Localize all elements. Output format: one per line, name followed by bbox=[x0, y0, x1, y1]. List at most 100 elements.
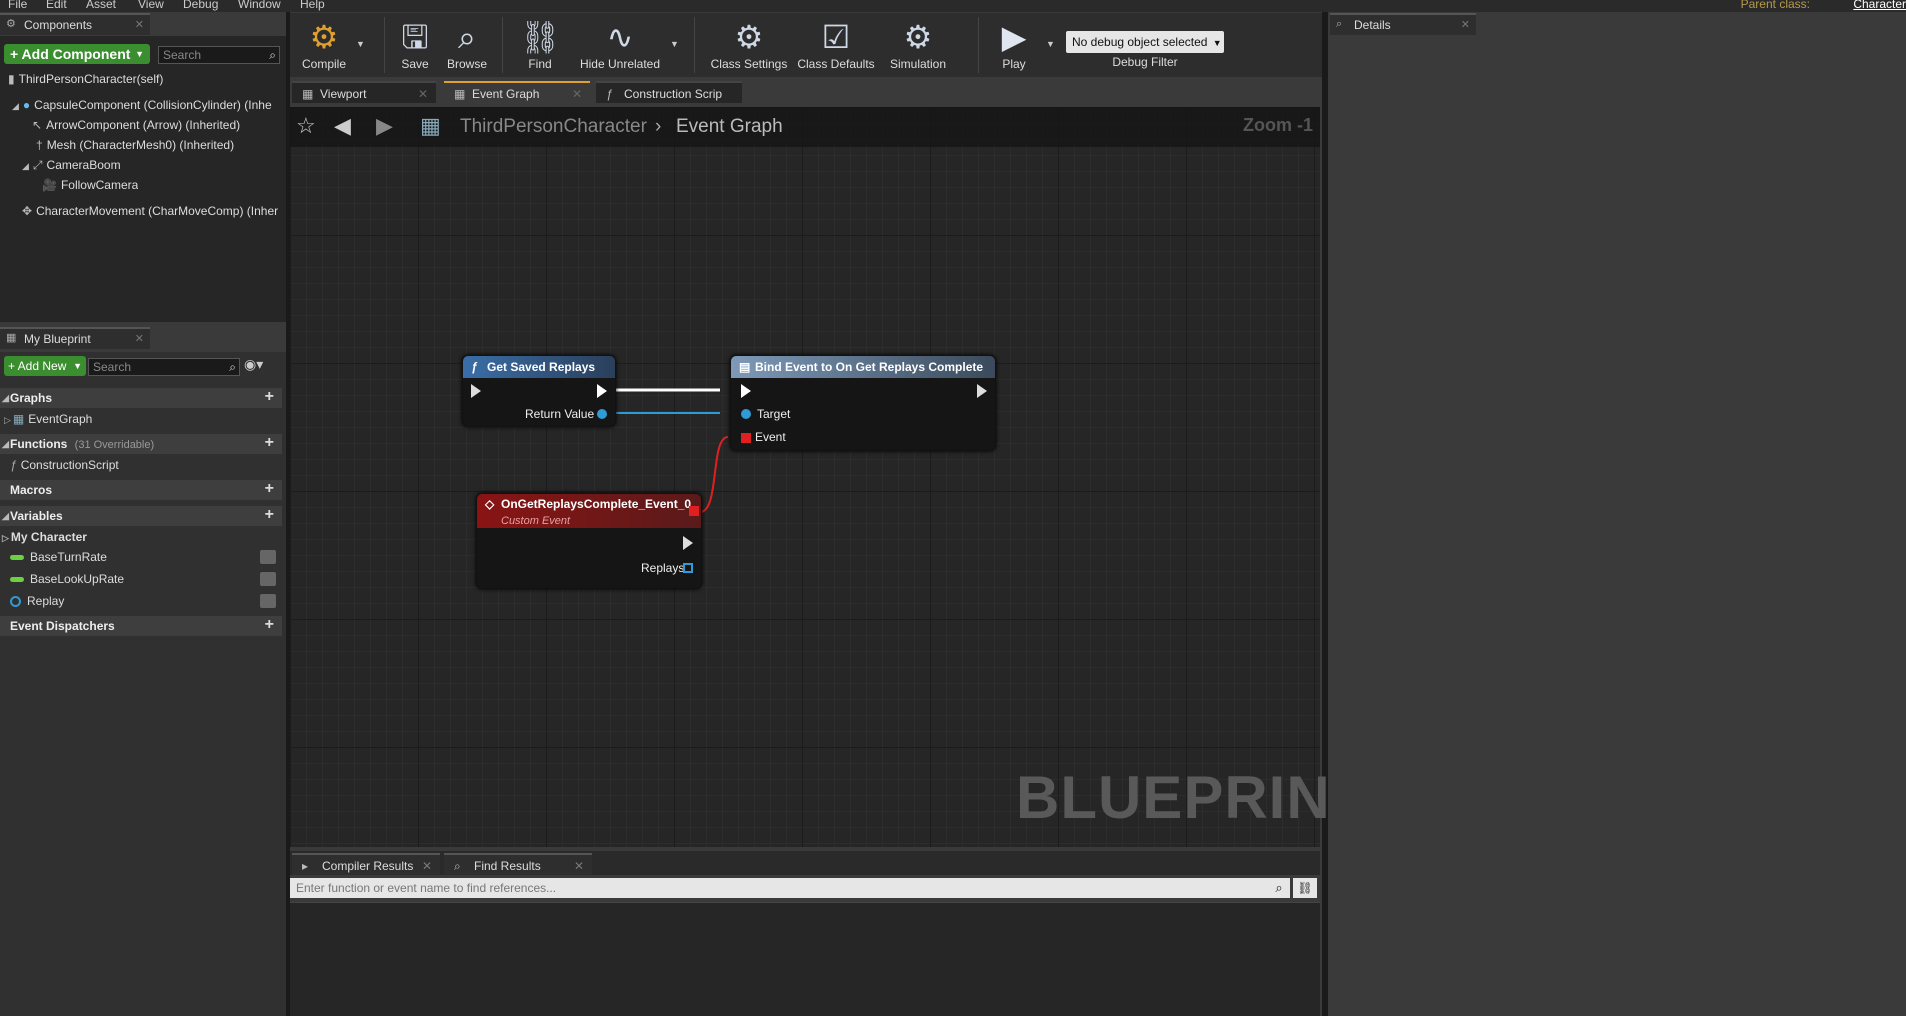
menu-view[interactable]: View bbox=[138, 0, 164, 11]
return-value-pin[interactable] bbox=[597, 409, 607, 419]
movement-icon: ✥ bbox=[22, 204, 33, 218]
menu-file[interactable]: File bbox=[8, 0, 27, 11]
close-icon[interactable]: ✕ bbox=[135, 329, 144, 349]
component-item-capsule[interactable]: ◢ ● CapsuleComponent (CollisionCylinder) (… bbox=[12, 98, 282, 112]
add-variable-icon[interactable]: + bbox=[265, 505, 274, 525]
close-icon[interactable]: ✕ bbox=[574, 855, 584, 877]
section-graphs[interactable]: ◢ Graphs + bbox=[0, 388, 282, 408]
target-pin[interactable] bbox=[741, 409, 751, 419]
variable-item-baseturnrate[interactable]: BaseTurnRate bbox=[10, 548, 282, 566]
back-arrow-icon[interactable]: ◀ bbox=[334, 113, 351, 139]
section-variables[interactable]: ◢ Variables + bbox=[0, 506, 282, 526]
event-pin[interactable] bbox=[741, 433, 751, 443]
add-macro-icon[interactable]: + bbox=[265, 479, 274, 499]
find-search-icon[interactable]: ⌕ bbox=[1268, 878, 1290, 898]
section-functions[interactable]: ◢ Functions (31 Overridable) + bbox=[0, 434, 282, 454]
component-item-self[interactable]: ▮ ThirdPersonCharacter(self) bbox=[8, 72, 163, 86]
menu-window[interactable]: Window bbox=[238, 0, 281, 11]
exec-in-pin[interactable] bbox=[741, 384, 751, 398]
toolbar-separator bbox=[978, 17, 979, 73]
play-options-chevron-icon[interactable]: ▼ bbox=[1046, 39, 1055, 49]
replays-array-pin[interactable] bbox=[683, 563, 693, 573]
breadcrumb-root[interactable]: ThirdPersonCharacter bbox=[460, 116, 647, 138]
menu-help[interactable]: Help bbox=[300, 0, 325, 11]
details-tab[interactable]: ⌕ Details ✕ bbox=[1330, 13, 1476, 35]
tab-viewport[interactable]: ▦ Viewport ✕ bbox=[292, 81, 436, 103]
visibility-eye-icon[interactable] bbox=[260, 594, 276, 608]
node-custom-event[interactable]: ◇ OnGetReplaysComplete_Event_0 Custom Eve… bbox=[476, 493, 702, 589]
close-icon[interactable]: ✕ bbox=[1461, 15, 1470, 35]
compile-button[interactable]: ⚙ Compile bbox=[294, 17, 354, 71]
component-item-cameraboom[interactable]: ◢ ⤢ CameraBoom bbox=[22, 158, 121, 173]
parent-class-link[interactable]: Character bbox=[1853, 0, 1906, 11]
section-macros[interactable]: Macros + bbox=[0, 480, 282, 500]
node-bind-event[interactable]: ▤ Bind Event to On Get Replays Complete T… bbox=[730, 355, 996, 451]
forward-arrow-icon[interactable]: ▶ bbox=[376, 113, 393, 139]
variable-item-baselookuprate[interactable]: BaseLookUpRate bbox=[10, 570, 282, 588]
component-item-mesh[interactable]: † Mesh (CharacterMesh0) (Inherited) bbox=[36, 138, 234, 152]
visibility-eye-icon[interactable] bbox=[260, 550, 276, 564]
add-dispatcher-icon[interactable]: + bbox=[265, 615, 274, 635]
add-graph-icon[interactable]: + bbox=[265, 387, 274, 407]
graph-item-eventgraph[interactable]: ▷ ▦ EventGraph bbox=[4, 410, 92, 428]
hide-unrelated-chevron-icon[interactable]: ▼ bbox=[670, 39, 679, 49]
hide-unrelated-button[interactable]: ∿ Hide Unrelated bbox=[572, 17, 668, 71]
breadcrumb-current[interactable]: Event Graph bbox=[676, 116, 783, 138]
exec-out-pin[interactable] bbox=[597, 384, 607, 398]
exec-in-pin[interactable] bbox=[471, 384, 481, 398]
variable-item-replay[interactable]: Replay bbox=[10, 592, 282, 610]
component-item-followcamera[interactable]: 🎥 FollowCamera bbox=[42, 178, 138, 192]
node-get-saved-replays[interactable]: ƒ Get Saved Replays Return Value bbox=[462, 355, 616, 427]
tab-event-graph[interactable]: ▦ Event Graph ✕ bbox=[444, 81, 590, 103]
details-panel bbox=[1328, 36, 1906, 1016]
variable-category-mycharacter[interactable]: ▷ My Character bbox=[2, 528, 87, 546]
class-settings-button[interactable]: ⚙ Class Settings bbox=[706, 17, 792, 71]
node-title: Get Saved Replays bbox=[487, 360, 596, 374]
my-blueprint-tab[interactable]: ▦ My Blueprint ✕ bbox=[0, 327, 150, 349]
add-component-button[interactable]: + Add Component ▼ bbox=[4, 44, 150, 64]
close-icon[interactable]: ✕ bbox=[418, 83, 428, 105]
exec-out-pin[interactable] bbox=[977, 384, 987, 398]
exec-out-pin[interactable] bbox=[683, 536, 693, 550]
magnifier-icon: ⌕ bbox=[458, 19, 476, 55]
return-value-label: Return Value bbox=[525, 407, 595, 421]
expand-triangle-icon[interactable]: ◢ bbox=[22, 161, 29, 171]
save-button[interactable]: 🖫 Save bbox=[390, 17, 440, 71]
blueprint-search-input[interactable]: Search ⌕ bbox=[88, 358, 240, 376]
tab-compiler-results[interactable]: ▸ Compiler Results ✕ bbox=[292, 853, 440, 875]
components-search-input[interactable]: Search ⌕ bbox=[158, 46, 280, 64]
menu-debug[interactable]: Debug bbox=[183, 0, 218, 11]
close-icon[interactable]: ✕ bbox=[572, 83, 582, 105]
add-new-button[interactable]: + Add New ▼ bbox=[4, 356, 86, 376]
tab-construction-script[interactable]: ƒ Construction Scrip bbox=[596, 81, 742, 103]
section-event-dispatchers[interactable]: Event Dispatchers + bbox=[0, 616, 282, 636]
menu-bar: File Edit Asset View Debug Window Help P… bbox=[0, 0, 1906, 12]
class-defaults-label: Class Defaults bbox=[797, 57, 875, 71]
components-tab[interactable]: ⚙ Components ✕ bbox=[0, 13, 150, 35]
close-icon[interactable]: ✕ bbox=[422, 855, 432, 877]
menu-edit[interactable]: Edit bbox=[46, 0, 67, 11]
class-defaults-button[interactable]: ☑ Class Defaults bbox=[794, 17, 878, 71]
favorite-star-icon[interactable]: ☆ bbox=[296, 113, 316, 139]
find-button[interactable]: ⛓ Find bbox=[510, 17, 570, 71]
debug-object-select[interactable]: No debug object selected ▼ bbox=[1066, 31, 1224, 53]
browse-button[interactable]: ⌕ Browse bbox=[440, 17, 494, 71]
compile-options-chevron-icon[interactable]: ▼ bbox=[356, 39, 365, 49]
component-item-arrow[interactable]: ↖ ArrowComponent (Arrow) (Inherited) bbox=[32, 118, 240, 132]
view-options-eye-icon[interactable]: ◉▾ bbox=[244, 356, 263, 373]
event-graph-canvas[interactable]: ƒ Get Saved Replays Return Value ▤ Bind Ev… bbox=[290, 107, 1320, 847]
delegate-out-pin[interactable] bbox=[689, 506, 699, 516]
simulation-button[interactable]: ⚙ Simulation bbox=[882, 17, 954, 71]
expand-triangle-icon[interactable]: ◢ bbox=[12, 101, 19, 111]
close-icon[interactable]: ✕ bbox=[135, 15, 144, 35]
play-button[interactable]: ▶ Play bbox=[984, 17, 1044, 71]
find-references-input[interactable]: Enter function or event name to find ref… bbox=[290, 878, 1290, 898]
add-function-icon[interactable]: + bbox=[265, 433, 274, 453]
tab-find-results[interactable]: ⌕ Find Results ✕ bbox=[444, 853, 592, 875]
visibility-eye-icon[interactable] bbox=[260, 572, 276, 586]
play-label: Play bbox=[1002, 57, 1026, 71]
component-item-charmovement[interactable]: ✥ CharacterMovement (CharMoveComp) (Inher bbox=[22, 204, 282, 218]
find-in-all-blueprints-binoculars-icon[interactable]: ⛓ bbox=[1293, 878, 1317, 898]
menu-asset[interactable]: Asset bbox=[86, 0, 116, 11]
function-item-constructionscript[interactable]: ƒ ConstructionScript bbox=[10, 456, 119, 474]
